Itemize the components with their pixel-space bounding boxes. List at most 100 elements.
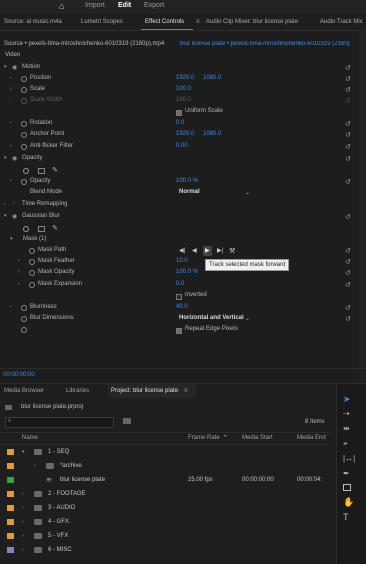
stopwatch-icon[interactable] xyxy=(29,248,35,254)
list-item[interactable]: › 2 - FOOTAGE xyxy=(0,488,330,502)
fx-icon[interactable]: ◉ xyxy=(12,64,17,71)
label-color-swatch[interactable] xyxy=(7,477,14,483)
home-icon[interactable]: ⌂ xyxy=(59,1,64,11)
column-media-end[interactable]: Media End xyxy=(297,435,326,441)
sort-ascending-icon[interactable]: ⌃ xyxy=(222,434,228,442)
chevron-right-icon[interactable]: › xyxy=(10,75,12,81)
list-item[interactable]: › *archive xyxy=(0,460,330,474)
rectangle-tool-icon[interactable] xyxy=(343,484,351,491)
reset-icon[interactable]: ↺ xyxy=(345,131,351,139)
source-clip-label[interactable]: Source • pexels-tima-miroshnichenko-6010… xyxy=(4,41,164,47)
column-frame-rate[interactable]: Frame Rate xyxy=(188,435,220,441)
chevron-right-icon[interactable]: › xyxy=(34,463,36,469)
reset-icon[interactable]: ↺ xyxy=(345,213,351,221)
list-item[interactable]: › 6 - MISC xyxy=(0,544,330,558)
track-select-icon[interactable]: ⇢ xyxy=(343,409,350,418)
fx-icon[interactable]: ◉ xyxy=(12,213,17,220)
opacity-value[interactable]: 100.0 % xyxy=(176,178,198,184)
tab-effect-controls[interactable]: Effect Controls xyxy=(145,19,184,25)
label-color-swatch[interactable] xyxy=(7,449,14,455)
reset-icon[interactable]: ↺ xyxy=(345,120,351,128)
mask-feather-value[interactable]: 10.0 xyxy=(176,258,188,264)
reset-icon[interactable]: ↺ xyxy=(345,64,351,72)
tab-audio-track-mixer[interactable]: Audio Track Mix xyxy=(320,19,363,25)
antiflicker-value[interactable]: 0.00 xyxy=(176,143,188,149)
stopwatch-icon[interactable] xyxy=(21,316,27,322)
track-back-frame-icon[interactable]: ◀ xyxy=(192,247,197,254)
chevron-right-icon[interactable]: › xyxy=(4,201,6,207)
tab-lumetri-scopes[interactable]: Lumetri Scopes xyxy=(81,19,123,25)
list-item[interactable]: › 5 - VFX xyxy=(0,530,330,544)
anchor-x-value[interactable]: 1920.0 xyxy=(176,131,194,137)
list-item[interactable]: ≋ blur license plate 25.00 fps 00:00:00:… xyxy=(0,474,330,488)
list-item[interactable]: ▾ 1 - SEQ xyxy=(0,446,330,460)
mask-expansion-value[interactable]: 0.0 xyxy=(176,281,184,287)
item-name[interactable]: 4 - GFX xyxy=(48,519,69,525)
label-color-swatch[interactable] xyxy=(7,547,14,553)
chevron-right-icon[interactable]: › xyxy=(10,178,12,184)
label-color-swatch[interactable] xyxy=(7,463,14,469)
pen-tool-icon[interactable]: ✒ xyxy=(343,469,350,478)
repeat-edge-checkbox[interactable] xyxy=(176,328,182,334)
column-media-start[interactable]: Media Start xyxy=(242,435,273,441)
pen-mask-icon[interactable]: ✎ xyxy=(52,166,58,174)
time-remapping-row[interactable]: › ◌ Time Remapping xyxy=(0,201,342,212)
chevron-right-icon[interactable]: › xyxy=(10,143,12,149)
chevron-right-icon[interactable]: › xyxy=(10,86,12,92)
chevron-right-icon[interactable]: › xyxy=(22,505,24,511)
ellipse-mask-icon[interactable] xyxy=(23,226,29,232)
mask-1-row[interactable]: ▾ Mask (1) xyxy=(0,236,342,247)
position-x-value[interactable]: 1920.0 xyxy=(176,75,194,81)
tab-audio-clip-mixer[interactable]: Audio Clip Mixer: blur license plate xyxy=(206,19,298,25)
nav-import[interactable]: Import xyxy=(85,2,105,9)
stopwatch-icon[interactable] xyxy=(21,76,27,82)
tab-project[interactable]: Project: blur license plate xyxy=(111,388,178,394)
type-tool-icon[interactable]: T xyxy=(343,512,349,522)
pen-mask-icon[interactable]: ✎ xyxy=(52,224,58,232)
stopwatch-icon[interactable] xyxy=(21,144,27,150)
stopwatch-icon[interactable] xyxy=(21,327,27,333)
item-name[interactable]: 3 - AUDIO xyxy=(48,505,75,511)
hand-tool-icon[interactable]: ✋ xyxy=(343,497,354,508)
opacity-header-row[interactable]: ▾ ◉ Opacity ↺ xyxy=(0,155,351,166)
track-backward-icon[interactable]: ◀| xyxy=(179,247,185,254)
rectangle-mask-icon[interactable] xyxy=(38,168,45,174)
scale-value[interactable]: 100.0 xyxy=(176,86,191,92)
blend-mode-select[interactable]: Normal xyxy=(179,189,200,195)
chevron-right-icon[interactable]: › xyxy=(18,281,20,287)
chevron-right-icon[interactable]: › xyxy=(22,547,24,553)
chevron-down-icon[interactable]: ▾ xyxy=(4,155,7,161)
stopwatch-icon[interactable] xyxy=(29,270,35,276)
chevron-right-icon[interactable]: › xyxy=(18,258,20,264)
chevron-down-icon[interactable]: ▾ xyxy=(22,449,25,455)
nav-export[interactable]: Export xyxy=(144,2,164,9)
menu-icon[interactable]: ≡ xyxy=(184,388,188,394)
stopwatch-icon[interactable] xyxy=(29,282,35,288)
stopwatch-icon[interactable] xyxy=(21,179,27,185)
fx-icon[interactable]: ◉ xyxy=(12,155,17,162)
uniform-scale-checkbox[interactable] xyxy=(176,110,182,116)
stopwatch-icon[interactable] xyxy=(21,87,27,93)
rectangle-mask-icon[interactable] xyxy=(38,226,45,232)
stopwatch-icon[interactable] xyxy=(29,259,35,265)
reset-icon[interactable]: ↺ xyxy=(345,143,351,151)
ellipse-mask-icon[interactable] xyxy=(23,168,29,174)
list-item[interactable]: › 4 - GFX xyxy=(0,516,330,530)
label-color-swatch[interactable] xyxy=(7,505,14,511)
item-name[interactable]: 1 - SEQ xyxy=(48,449,69,455)
stopwatch-icon[interactable] xyxy=(21,121,27,127)
search-input[interactable]: ⌕ xyxy=(5,417,114,428)
label-color-swatch[interactable] xyxy=(7,519,14,525)
chevron-right-icon[interactable]: › xyxy=(22,533,24,539)
motion-row[interactable]: ▾ ◉ Motion ↺ xyxy=(0,64,351,75)
reset-icon[interactable]: ↺ xyxy=(345,315,351,323)
ripple-edit-icon[interactable]: ⇹ xyxy=(343,424,350,433)
label-color-swatch[interactable] xyxy=(7,533,14,539)
blur-dimensions-select[interactable]: Horizontal and Vertical xyxy=(179,315,244,321)
reset-icon[interactable]: ↺ xyxy=(345,75,351,83)
slip-tool-icon[interactable]: |↔| xyxy=(343,454,355,463)
item-name[interactable]: 6 - MISC xyxy=(48,547,72,553)
reset-icon[interactable]: ↺ xyxy=(345,86,351,94)
new-bin-icon[interactable] xyxy=(123,418,131,424)
blurriness-value[interactable]: 49.0 xyxy=(176,304,188,310)
